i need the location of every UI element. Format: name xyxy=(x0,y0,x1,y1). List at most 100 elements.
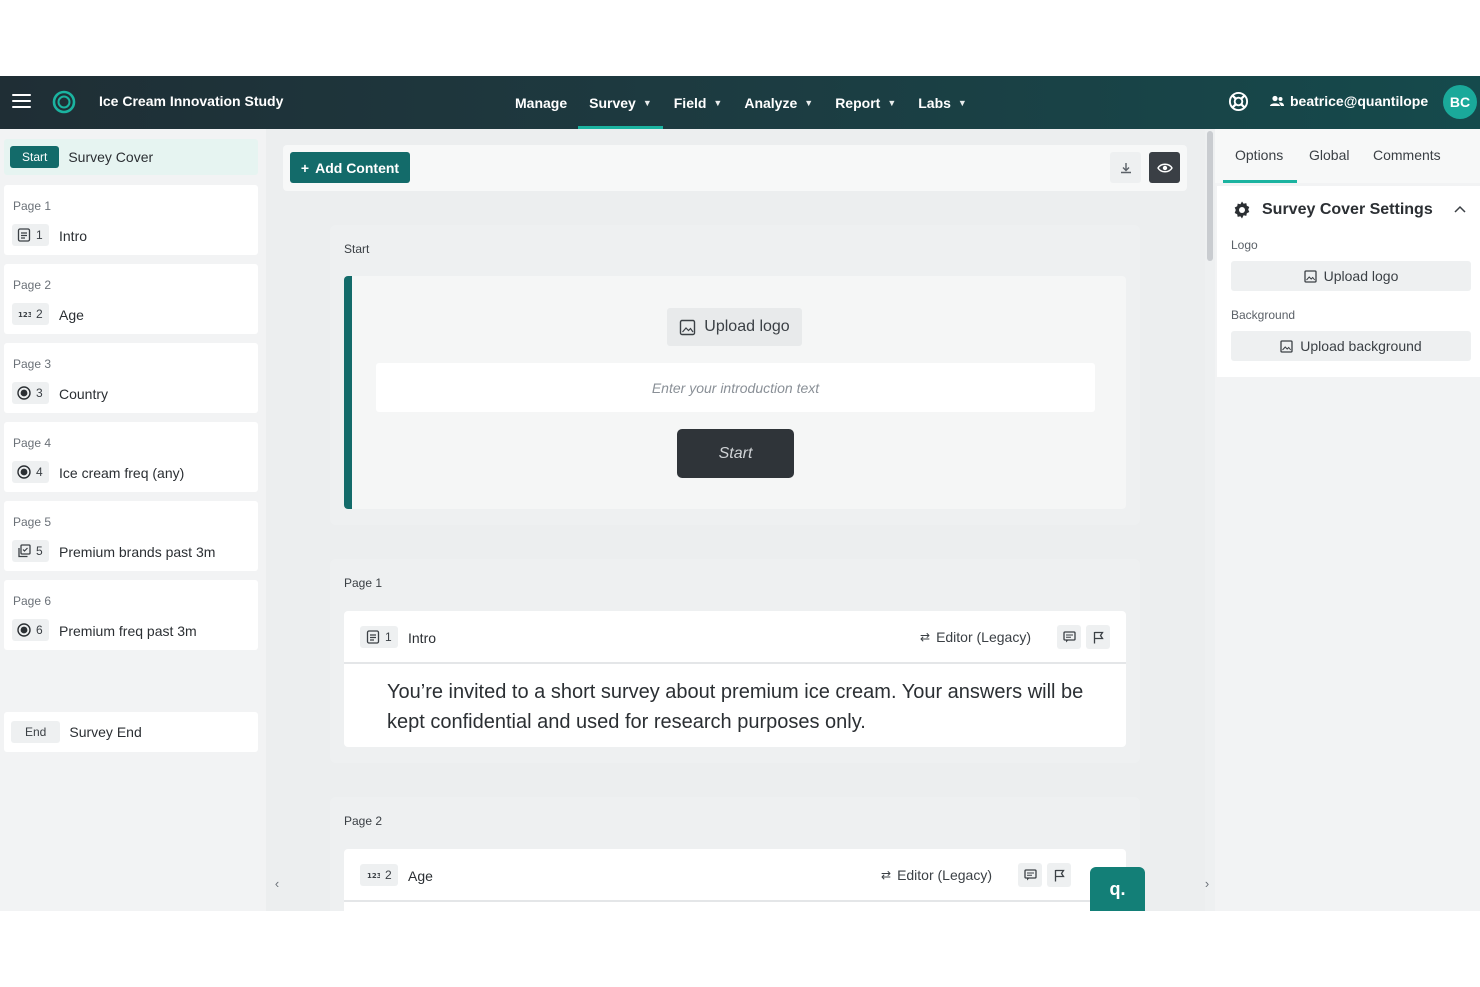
nav-field[interactable]: Field ▼ xyxy=(663,76,734,129)
question-badge: 4 xyxy=(12,461,49,483)
question-badge: 3 xyxy=(12,382,49,404)
preview-button[interactable] xyxy=(1149,152,1180,183)
flag-icon xyxy=(1054,869,1065,881)
question-card-age[interactable]: 123 2 Age ⇄ Editor (Legacy) xyxy=(344,849,1126,911)
collapse-right-panel-chevron-icon[interactable]: › xyxy=(1198,876,1216,894)
start-section-label: Start xyxy=(344,242,370,256)
help-lifebuoy-icon[interactable] xyxy=(1228,91,1249,112)
page-label: Page 1 xyxy=(13,199,52,213)
logo-field-label: Logo xyxy=(1231,238,1258,252)
question-title: Premium brands past 3m xyxy=(59,544,216,560)
question-number: 2 xyxy=(385,868,392,882)
chevron-down-icon: ▼ xyxy=(713,97,723,108)
sidebar-page-5[interactable]: Page 5 5 Premium brands past 3m xyxy=(4,501,258,571)
nav-analyze[interactable]: Analyze ▼ xyxy=(733,76,824,129)
sidebar-page-4[interactable]: Page 4 4 Ice cream freq (any) xyxy=(4,422,258,492)
sidebar-page-2[interactable]: Page 2 123 2 Age xyxy=(4,264,258,334)
start-tag: Start xyxy=(10,146,60,168)
question-number: 2 xyxy=(36,307,43,321)
page-1-label: Page 1 xyxy=(344,576,383,590)
sidebar-item-label: Survey End xyxy=(69,724,142,740)
nav-report-label: Report xyxy=(835,94,881,111)
nav-labs[interactable]: Labs ▼ xyxy=(907,76,978,129)
chevron-down-icon: ▼ xyxy=(957,97,967,108)
editor-legacy-label: Editor (Legacy) xyxy=(936,629,1031,645)
question-badge: 5 xyxy=(12,540,49,562)
page-label: Page 4 xyxy=(13,436,52,450)
radio-icon xyxy=(17,386,31,400)
upload-logo-label: Upload logo xyxy=(1323,268,1399,284)
intro-body-text[interactable]: You’re invited to a short survey about p… xyxy=(387,677,1087,737)
settings-title: Survey Cover Settings xyxy=(1262,201,1433,218)
tab-global[interactable]: Global xyxy=(1309,147,1349,163)
chevron-down-icon: ▼ xyxy=(887,97,897,108)
question-title: Age xyxy=(59,307,84,323)
active-tab-indicator xyxy=(1223,180,1297,183)
question-title: Intro xyxy=(59,228,88,244)
nav-manage[interactable]: Manage xyxy=(504,76,578,129)
chevron-down-icon: ▼ xyxy=(804,97,814,108)
switch-arrows-icon: ⇄ xyxy=(881,868,892,882)
nav-report[interactable]: Report ▼ xyxy=(824,76,907,129)
background-field-label: Background xyxy=(1231,308,1296,322)
editor-legacy-toggle[interactable]: ⇄ Editor (Legacy) xyxy=(881,867,992,883)
survey-start-button[interactable]: Start xyxy=(677,429,794,478)
question-badge: 123 2 xyxy=(360,864,398,886)
sidebar-page-6[interactable]: Page 6 6 Premium freq past 3m xyxy=(4,580,258,650)
question-badge: 6 xyxy=(12,619,49,641)
flag-button[interactable] xyxy=(1047,863,1071,887)
sidebar-item-survey-end[interactable]: End Survey End xyxy=(4,712,258,752)
avatar[interactable]: BC xyxy=(1443,85,1477,119)
editor-legacy-toggle[interactable]: ⇄ Editor (Legacy) xyxy=(920,629,1031,645)
add-content-label: Add Content xyxy=(315,159,400,176)
editor-scrollbar-thumb[interactable] xyxy=(1207,131,1213,261)
upload-logo-button[interactable]: Upload logo xyxy=(667,308,802,346)
question-number: 1 xyxy=(385,630,392,644)
nav-manage-label: Manage xyxy=(515,94,568,111)
question-header: 1 Intro ⇄ Editor (Legacy) xyxy=(344,611,1126,664)
question-title: Premium freq past 3m xyxy=(59,623,197,639)
question-title: Age xyxy=(408,868,433,884)
selected-accent-bar xyxy=(344,276,352,509)
upload-logo-settings-button[interactable]: Upload logo xyxy=(1231,261,1471,291)
numeric-icon: 123 xyxy=(18,311,31,319)
chevron-down-icon: ▼ xyxy=(642,97,652,108)
study-title[interactable]: Ice Cream Innovation Study xyxy=(99,93,283,109)
comment-button[interactable] xyxy=(1018,863,1042,887)
nav-survey[interactable]: Survey ▼ xyxy=(578,76,663,129)
tab-options[interactable]: Options xyxy=(1235,147,1283,163)
switch-arrows-icon: ⇄ xyxy=(920,630,931,644)
page-2-label: Page 2 xyxy=(344,814,383,828)
flag-icon xyxy=(1093,631,1104,643)
sidebar-item-survey-cover[interactable]: Start Survey Cover xyxy=(4,139,258,175)
add-content-button[interactable]: + Add Content xyxy=(290,152,410,183)
upload-background-button[interactable]: Upload background xyxy=(1231,331,1471,361)
question-number: 4 xyxy=(36,465,43,479)
comment-icon xyxy=(1023,869,1037,881)
sidebar-page-1[interactable]: Page 1 1 Intro xyxy=(4,185,258,255)
question-number: 5 xyxy=(36,544,43,558)
end-tag: End xyxy=(11,721,61,743)
plus-icon: + xyxy=(300,159,310,176)
survey-outline-sidebar: Start Survey Cover Page 1 1 Intro Page 2… xyxy=(0,129,266,911)
download-button[interactable] xyxy=(1110,152,1141,183)
page-label: Page 3 xyxy=(13,357,52,371)
question-title: Intro xyxy=(408,630,437,646)
quantilope-logo-icon[interactable] xyxy=(52,90,76,114)
flag-button[interactable] xyxy=(1086,625,1110,649)
collapse-left-panel-chevron-icon[interactable]: ‹ xyxy=(268,876,286,894)
image-icon xyxy=(680,319,696,335)
tab-comments[interactable]: Comments xyxy=(1373,147,1441,163)
nav-survey-label: Survey xyxy=(589,94,636,111)
question-card-intro[interactable]: 1 Intro ⇄ Editor (Legacy) You’re invited… xyxy=(344,611,1126,747)
quantilope-assistant-button[interactable]: q. xyxy=(1090,867,1145,911)
image-icon xyxy=(1303,269,1317,283)
comment-button[interactable] xyxy=(1057,625,1081,649)
upload-background-label: Upload background xyxy=(1300,338,1422,354)
menu-icon[interactable] xyxy=(12,94,31,108)
chevron-up-icon[interactable] xyxy=(1452,202,1468,218)
sidebar-page-3[interactable]: Page 3 3 Country xyxy=(4,343,258,413)
user-menu[interactable]: beatrice@quantilope xyxy=(1270,93,1428,109)
page-label: Page 6 xyxy=(13,594,52,608)
introduction-text-input[interactable] xyxy=(376,363,1095,412)
